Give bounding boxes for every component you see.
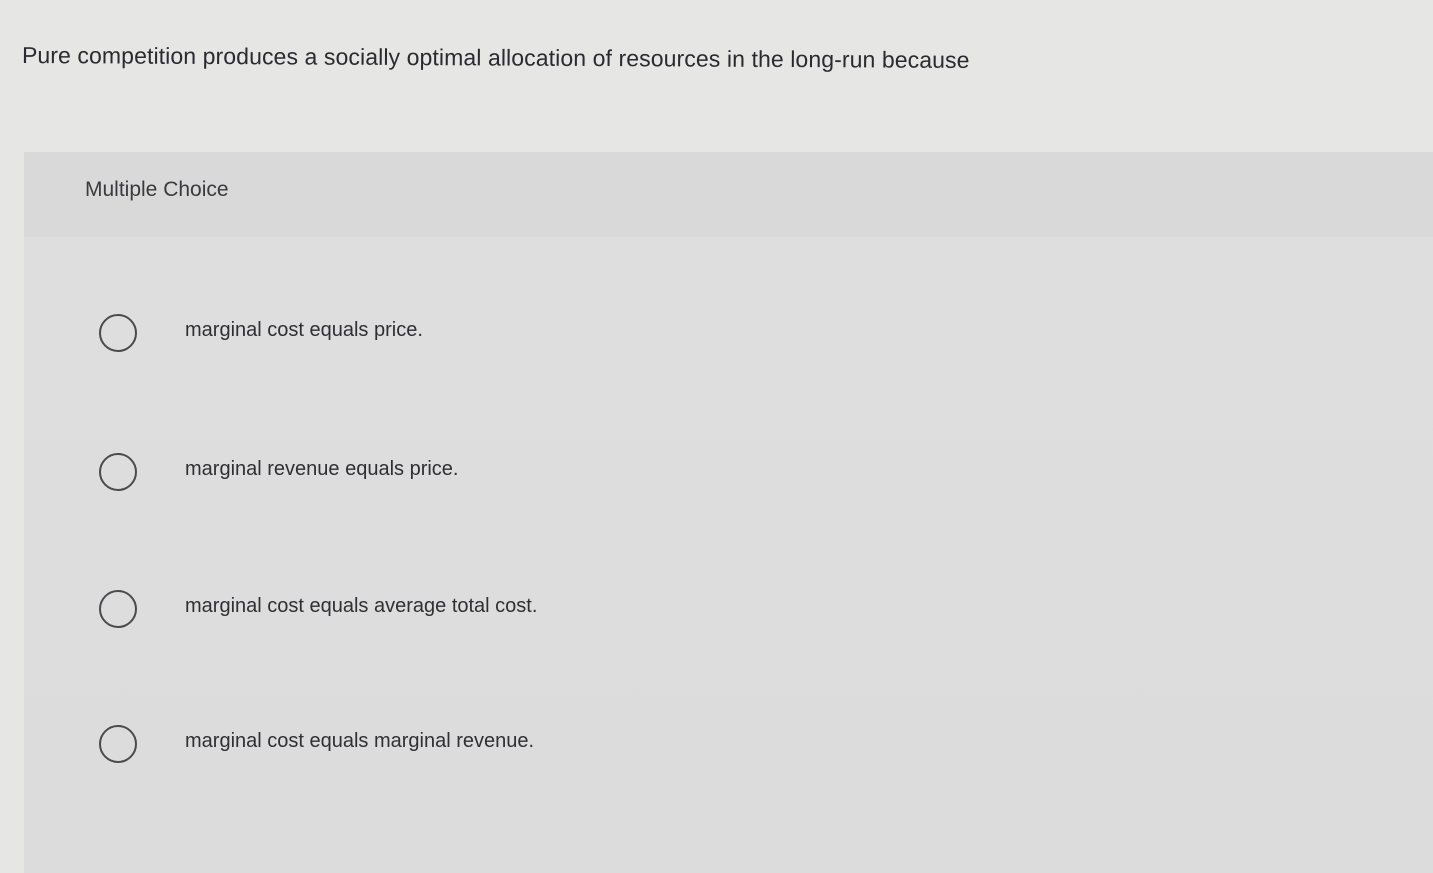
answer-option-3[interactable]: marginal cost equals average total cost. (99, 582, 1299, 642)
radio-button-icon[interactable] (99, 314, 137, 352)
answer-option-label: marginal cost equals price. (185, 319, 423, 341)
answer-option-2[interactable]: marginal revenue equals price. (99, 445, 1299, 505)
answer-option-label: marginal cost equals marginal revenue. (185, 730, 535, 752)
question-text: Pure competition produces a socially opt… (21, 42, 970, 73)
answer-option-4[interactable]: marginal cost equals marginal revenue. (99, 717, 1299, 777)
radio-button-icon[interactable] (99, 725, 137, 763)
answer-options: marginal cost equals price. marginal rev… (24, 152, 1433, 873)
radio-button-icon[interactable] (99, 453, 137, 491)
answer-option-label: marginal cost equals average total cost. (185, 595, 538, 617)
multiple-choice-panel: Multiple Choice marginal cost equals pri… (24, 152, 1433, 873)
answer-option-1[interactable]: marginal cost equals price. (99, 306, 1299, 366)
radio-button-icon[interactable] (99, 590, 137, 628)
answer-option-label: marginal revenue equals price. (185, 458, 459, 480)
